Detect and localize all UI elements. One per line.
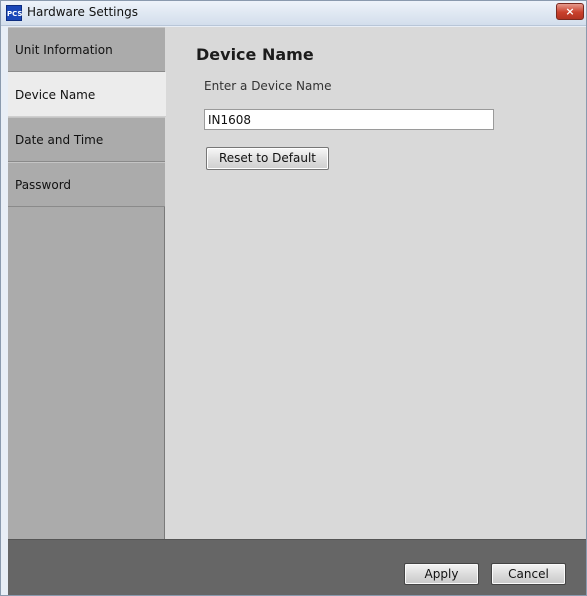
device-name-label: Enter a Device Name — [204, 79, 332, 93]
title-bar[interactable]: PCS Hardware Settings × — [1, 1, 586, 26]
sidebar-item-unit-information[interactable]: Unit Information — [8, 27, 165, 72]
dialog-footer: Apply Cancel — [8, 539, 586, 595]
cancel-button[interactable]: Cancel — [491, 563, 566, 585]
window-title: Hardware Settings — [27, 5, 138, 19]
sidebar-item-password[interactable]: Password — [8, 162, 165, 207]
device-name-input[interactable] — [204, 109, 494, 130]
close-button[interactable]: × — [556, 3, 584, 20]
apply-button[interactable]: Apply — [404, 563, 479, 585]
page-title: Device Name — [196, 45, 314, 64]
hardware-settings-window: PCS Hardware Settings × Unit Information… — [0, 0, 587, 596]
settings-sidebar: Unit Information Device Name Date and Ti… — [8, 27, 166, 539]
sidebar-item-device-name[interactable]: Device Name — [8, 72, 166, 117]
settings-content-panel: Device Name Enter a Device Name Reset to… — [166, 27, 586, 539]
sidebar-item-date-and-time[interactable]: Date and Time — [8, 117, 165, 162]
reset-to-default-button[interactable]: Reset to Default — [206, 147, 329, 170]
client-area: Unit Information Device Name Date and Ti… — [8, 27, 586, 595]
app-logo-icon: PCS — [6, 5, 22, 21]
